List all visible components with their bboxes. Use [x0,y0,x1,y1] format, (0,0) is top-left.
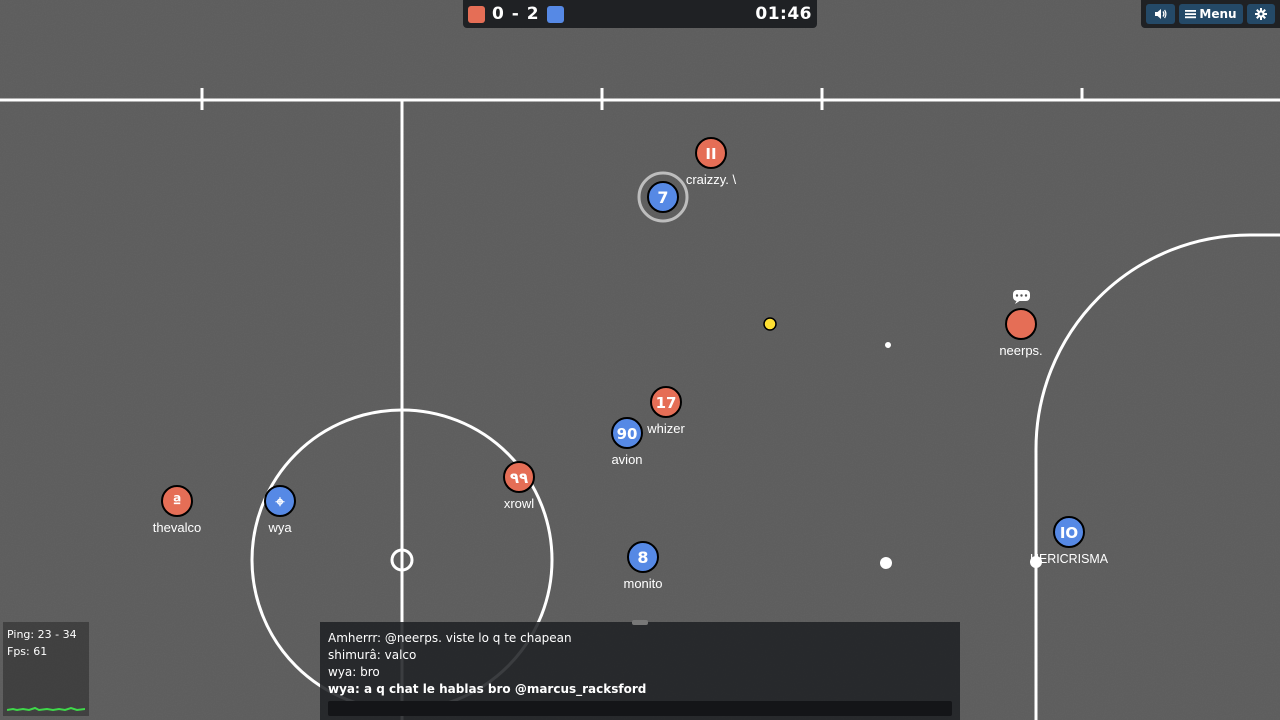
blue-team-color [546,5,564,23]
field-marker [880,557,892,569]
sound-button[interactable] [1146,4,1175,24]
chat-input[interactable] [328,701,952,716]
settings-button[interactable] [1247,4,1275,24]
player-blue: ⌖ wya [264,485,296,535]
player-name: whizer [646,421,685,436]
player-avatar: ⌖ [274,492,285,511]
chat-message: wya: bro [328,665,380,679]
ping-text: Ping: 23 - 34 [7,628,77,641]
fps-graph [7,706,85,712]
player-name: HERICRISMA [1030,551,1108,566]
score: 0 - 2 [492,4,540,24]
chat-panel: Amherrr: @neerps. viste lo q te chapean … [320,620,960,720]
fps-text: Fps: 61 [7,645,48,658]
hamburger-icon [1185,10,1197,19]
player-name: wya [267,520,292,535]
scoreboard: 0 - 2 01:46 [463,0,817,28]
player-avatar: 90 [617,425,638,443]
player-name: xrowl [504,496,534,511]
menu-label: Menu [1199,7,1237,21]
network-stats: Ping: 23 - 34 Fps: 61 [3,622,89,716]
player-name: craizzy. \ [686,172,737,187]
blue-score: 2 [526,4,540,24]
chat-message: Amherrr: @neerps. viste lo q te chapean [328,631,572,645]
player-red: ٩٩ xrowl [503,461,535,511]
chat-message: wya: a q chat le hablas bro @marcus_rack… [328,682,647,696]
match-clock: 01:46 [755,4,812,24]
player-avatar: ª [172,492,181,511]
player-blue: 90 avion [611,417,643,467]
player-name: avion [611,452,642,467]
player-avatar: 7 [657,188,668,207]
menu-button[interactable]: Menu [1179,4,1243,24]
chat-resize-handle[interactable] [632,620,648,625]
red-team-color [468,5,485,23]
top-controls: Menu [1141,0,1280,28]
player-name: neerps. [999,343,1042,358]
gear-icon [1255,8,1267,20]
player-avatar: 17 [656,394,677,412]
speaker-icon [1155,9,1167,19]
player-avatar: II [705,145,716,163]
player-avatar: IO [1060,524,1078,542]
red-score: 0 [492,4,505,24]
player-avatar: ٩٩ [510,469,528,487]
ball [763,317,777,331]
player-name: thevalco [153,520,201,535]
player-avatar: 8 [637,548,648,567]
score-separator: - [511,4,520,24]
player-name: monito [623,576,662,591]
game-field: II craizzy. \ 7 neerps. 17 whizer 90 avion ٩٩ xro… [0,0,1280,720]
player-disc [1005,308,1037,340]
field-marker [885,342,891,348]
chat-message: shimurâ: valco [328,648,417,662]
